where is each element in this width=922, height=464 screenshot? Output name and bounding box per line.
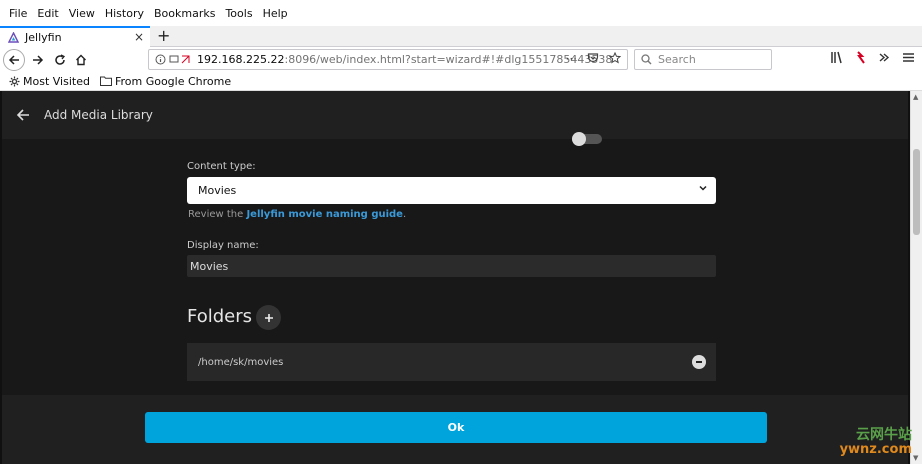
toggle-switch-partial[interactable]: [572, 132, 602, 146]
dialog-header: Add Media Library: [2, 91, 908, 139]
help-prefix: Review the: [188, 209, 247, 220]
search-icon: [641, 54, 652, 65]
folder-row: /home/sk/movies: [187, 343, 716, 381]
back-arrow-icon[interactable]: [16, 108, 30, 122]
scroll-up-icon[interactable]: ▲: [913, 93, 918, 101]
reload-button[interactable]: [49, 49, 71, 71]
menu-view[interactable]: View: [64, 7, 100, 20]
display-name-value: Movies: [190, 259, 229, 273]
site-watermark: 云网牛站 ywnz.com: [822, 424, 912, 457]
vertical-scrollbar[interactable]: ▲ ▼: [910, 91, 922, 464]
arrow-left-icon: [8, 55, 19, 65]
dialog-footer: Ok: [2, 395, 908, 464]
overflow-chevrons-icon[interactable]: [878, 51, 890, 64]
dialog-title: Add Media Library: [44, 108, 153, 122]
dialog-body: Content type: Movies Review the Jellyfin…: [2, 132, 908, 395]
download-arrow-icon[interactable]: [855, 51, 866, 64]
display-name-label: Display name:: [187, 240, 259, 251]
naming-guide-link[interactable]: Jellyfin movie naming guide: [246, 209, 403, 220]
search-field[interactable]: Search: [634, 49, 772, 70]
reload-icon: [55, 54, 66, 65]
ok-button[interactable]: Ok: [145, 412, 767, 443]
url-host: 192.168.225.22: [197, 53, 285, 66]
scroll-down-icon[interactable]: ▼: [913, 454, 918, 462]
jellyfin-favicon-icon: [8, 32, 19, 43]
bookmark-most-visited[interactable]: Most Visited: [9, 75, 90, 88]
naming-guide-help: Review the Jellyfin movie naming guide.: [188, 209, 406, 220]
pocket-icon[interactable]: [587, 52, 599, 64]
folder-icon: [99, 76, 112, 86]
info-icon[interactable]: [155, 54, 166, 65]
remove-folder-button[interactable]: [692, 355, 706, 369]
menu-file[interactable]: File: [4, 7, 32, 20]
bookmark-label: Most Visited: [23, 74, 90, 88]
menu-help[interactable]: Help: [258, 7, 293, 20]
library-icon[interactable]: [830, 51, 843, 64]
display-name-input[interactable]: Movies: [187, 255, 716, 277]
toggle-knob: [572, 132, 586, 146]
add-folder-button[interactable]: [256, 305, 281, 330]
chevron-down-icon: [699, 185, 707, 191]
watermark-line-2: ywnz.com: [839, 442, 912, 457]
bookmark-folder-google-chrome[interactable]: From Google Chrome: [99, 74, 232, 88]
tab-strip: Jellyfin × +: [0, 26, 922, 47]
home-icon: [76, 54, 86, 66]
content-type-value: Movies: [198, 184, 237, 197]
home-button[interactable]: [70, 49, 92, 71]
close-tab-icon[interactable]: ×: [134, 30, 144, 44]
menu-tools[interactable]: Tools: [220, 7, 257, 20]
menu-bookmarks[interactable]: Bookmarks: [149, 7, 220, 20]
menu-history[interactable]: History: [100, 7, 149, 20]
plus-icon: [264, 313, 273, 322]
bookmarks-toolbar: Most Visited From Google Chrome: [0, 72, 922, 91]
forward-button[interactable]: [27, 49, 49, 71]
url-bar[interactable]: 192.168.225.22:8096/web/index.html?start…: [148, 49, 628, 70]
bookmark-label: From Google Chrome: [114, 74, 232, 88]
hamburger-menu-icon[interactable]: [902, 51, 915, 64]
folders-heading: Folders: [187, 306, 253, 327]
tab-title: Jellyfin: [25, 31, 62, 44]
scrollbar-thumb[interactable]: [913, 149, 920, 235]
minus-circle-icon: [696, 361, 702, 363]
menu-bar: File Edit View History Bookmarks Tools H…: [0, 0, 922, 26]
url-path: :8096/web/index.html?start=wizard#!#dlg1…: [284, 53, 613, 66]
page-actions-icon[interactable]: ···: [566, 52, 577, 66]
back-button[interactable]: [3, 49, 25, 71]
arrow-right-icon: [33, 55, 44, 65]
tab-jellyfin[interactable]: Jellyfin ×: [0, 26, 150, 47]
bookmark-star-icon[interactable]: [609, 52, 621, 64]
menu-edit[interactable]: Edit: [32, 7, 63, 20]
folder-path: /home/sk/movies: [198, 356, 284, 368]
content-type-select[interactable]: Movies: [187, 177, 716, 204]
permissions-icon[interactable]: [169, 54, 191, 65]
search-placeholder: Search: [658, 53, 696, 66]
page-viewport: Add Media Library Content type: Movies R…: [0, 91, 910, 464]
gear-icon: [9, 76, 20, 86]
nav-bar: 192.168.225.22:8096/web/index.html?start…: [0, 47, 922, 72]
content-type-label: Content type:: [187, 161, 256, 172]
watermark-line-1: 云网牛站: [856, 427, 912, 443]
new-tab-button[interactable]: +: [157, 26, 170, 45]
help-suffix: .: [402, 209, 407, 220]
